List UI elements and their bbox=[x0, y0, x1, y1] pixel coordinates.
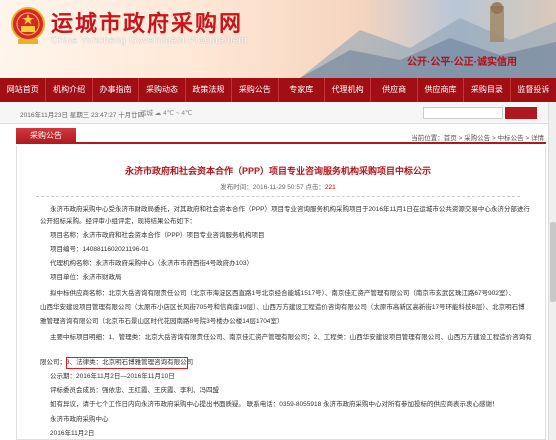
highlight-box bbox=[66, 357, 188, 369]
article-line-contact: 如有异议，请于七个工作日内向永济市政府采购中心提出书面质疑。 联系电话：0359… bbox=[50, 401, 499, 408]
view-count: 221 bbox=[324, 184, 336, 191]
nav-item-notices[interactable]: 采购公告 bbox=[232, 78, 279, 102]
nav-item-about[interactable]: 机构介绍 bbox=[46, 78, 93, 102]
article-line-date: 2016年11月2日 bbox=[50, 430, 95, 437]
article-line-winners: 拟中标供应商名称：北京大岳咨询有限责任公司（北京市海淀区西直路1号北京经合能城1… bbox=[50, 290, 516, 297]
vertical-scrollbar[interactable] bbox=[548, 102, 556, 440]
article-line-project-code: 项目编号：1408811602021196-01 bbox=[50, 246, 149, 253]
article-line-categories: 主要中标项目明细：1、管理类：北京大岳咨询有限责任公司、南京佳汇资产管理有限公司… bbox=[50, 334, 532, 341]
article-line: 雅管理咨询有限公司（北京市石景山区时代花园南路8号院3号楼办公楼14层1704室… bbox=[40, 318, 284, 325]
article-line-intro: 永济市政府采购中心受永济市财政局委托，对其政府和社会资本合作（PPP）项目专业咨… bbox=[50, 206, 530, 213]
breadcrumb[interactable]: 当前位置：首页 > 采购公告 > 中标公告 > 详情 bbox=[411, 132, 544, 142]
section-header: 采购公告 当前位置：首页 > 采购公告 > 中标公告 > 详情 bbox=[16, 128, 546, 144]
article-meta: 发布时间：2016-11-29 50:57 点击：221 bbox=[0, 181, 556, 191]
divider bbox=[36, 196, 520, 197]
nav-item-agencies[interactable]: 代理机构 bbox=[325, 78, 372, 102]
nav-item-suppliers[interactable]: 供应商 bbox=[371, 78, 418, 102]
weather-widget: 运城 ☁ 4℃ ~ 4℃ bbox=[140, 110, 193, 117]
article-line-agency: 代理机构名称：永济市政府采购中心（永济市市府西街4号政府办103） bbox=[50, 260, 253, 267]
article-line-unit: 项目单位：永济市财政局 bbox=[50, 274, 122, 281]
article-line: 山西华安建设项目管理有限公司（太原市小店区长风街705号和信商座19层）、山西万… bbox=[40, 304, 525, 311]
search-input[interactable] bbox=[423, 107, 503, 119]
national-emblem-icon bbox=[11, 7, 45, 44]
nav-item-guide[interactable]: 办事指南 bbox=[93, 78, 140, 102]
site-slogan: 公开·公平·公正·诚实信用 bbox=[407, 57, 517, 68]
nav-item-news[interactable]: 采购动态 bbox=[139, 78, 186, 102]
main-nav: 网站首页 机构介绍 办事指南 采购动态 政策法规 采购公告 专家库 代理机构 供… bbox=[0, 78, 556, 102]
article-line-period: 公示期：2016年11月2日—2016年11月10日 bbox=[50, 373, 175, 380]
publish-info: 发布时间：2016-11-29 50:57 点击： bbox=[220, 184, 325, 191]
article-line-project-name: 项目名称：永济市政府和社会资本合作（PPP）项目专业咨询服务机构项目 bbox=[50, 232, 265, 239]
article-title: 永济市政府和社会资本合作（PPP）项目专业咨询服务机构采购项目中标公示 bbox=[124, 166, 431, 176]
current-date: 2016年11月23日 星期三 23:47:27 十月廿四 bbox=[20, 112, 145, 119]
article-line-signature: 永济市政府采购中心 bbox=[50, 416, 109, 423]
scrollbar-thumb[interactable] bbox=[550, 222, 556, 302]
nav-item-catalog[interactable]: 采购目录 bbox=[464, 78, 511, 102]
nav-item-supplier-db[interactable]: 供应商库 bbox=[418, 78, 465, 102]
nav-item-policy[interactable]: 政策法规 bbox=[186, 78, 233, 102]
info-bar: 2016年11月23日 星期三 23:47:27 十月廿四 运城 ☁ 4℃ ~ … bbox=[0, 102, 556, 124]
section-tab[interactable]: 采购公告 bbox=[16, 128, 76, 144]
nav-item-home[interactable]: 网站首页 bbox=[0, 78, 47, 102]
site-subtitle: China Yuncheng Government Procurement bbox=[51, 35, 248, 46]
site-title: 运城市政府采购网 bbox=[51, 12, 244, 37]
article-line-committee: 评标委员会成员：强依忠、王红霞、王庆霞、李利、冯四盟 bbox=[50, 387, 219, 394]
search-button[interactable] bbox=[505, 107, 537, 119]
article-line: 公开招标采购。经评审小组评定，现将结果公布如下： bbox=[40, 218, 196, 225]
site-header: 运城市政府采购网 China Yuncheng Government Procu… bbox=[0, 0, 556, 78]
nav-item-complaints[interactable]: 监督投诉 bbox=[511, 78, 556, 102]
nav-item-experts[interactable]: 专家库 bbox=[279, 78, 325, 102]
